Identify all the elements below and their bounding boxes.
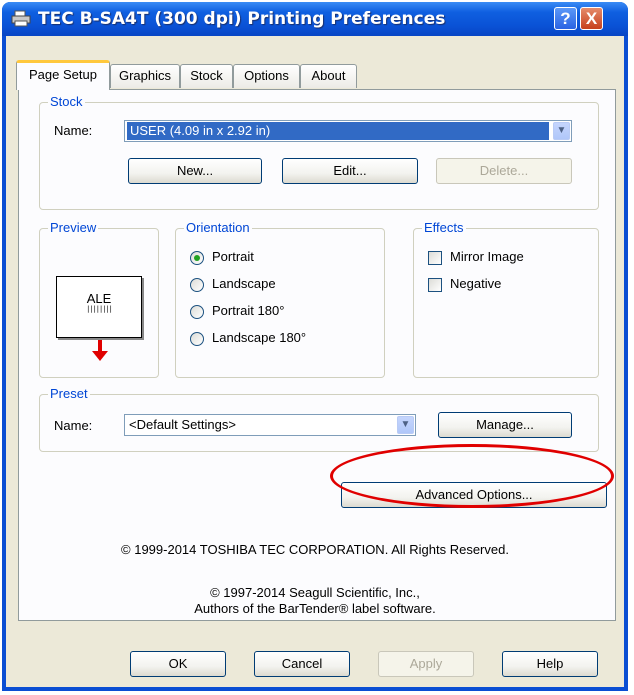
- printing-preferences-window: TEC B-SA4T (300 dpi) Printing Preference…: [2, 2, 628, 691]
- effects-legend: Effects: [422, 220, 466, 236]
- stock-name-dropdown[interactable]: USER (4.09 in x 2.92 in) ▼: [124, 120, 572, 142]
- stock-name-value: USER (4.09 in x 2.92 in): [127, 122, 549, 140]
- landscape-radio[interactable]: [190, 278, 204, 292]
- orientation-legend: Orientation: [184, 220, 252, 236]
- help-title-button[interactable]: ?: [554, 7, 577, 30]
- portrait-180-radio[interactable]: [190, 305, 204, 319]
- edit-stock-button[interactable]: Edit...: [282, 158, 418, 184]
- ok-button[interactable]: OK: [130, 651, 226, 677]
- delete-stock-button[interactable]: Delete...: [436, 158, 572, 184]
- new-stock-button[interactable]: New...: [128, 158, 262, 184]
- stock-legend: Stock: [48, 94, 85, 110]
- negative-label[interactable]: Negative: [450, 276, 501, 291]
- negative-checkbox[interactable]: [428, 278, 442, 292]
- title-bar[interactable]: TEC B-SA4T (300 dpi) Printing Preference…: [2, 2, 628, 36]
- portrait-label[interactable]: Portrait: [212, 249, 254, 264]
- mirror-image-label[interactable]: Mirror Image: [450, 249, 524, 264]
- tab-graphics[interactable]: Graphics: [110, 64, 180, 88]
- toshiba-copyright: © 1999-2014 TOSHIBA TEC CORPORATION. All…: [121, 542, 509, 557]
- preset-name-dropdown[interactable]: <Default Settings> ▼: [124, 414, 416, 436]
- preview-group: Preview ALE ||||||||: [39, 220, 159, 378]
- close-button[interactable]: X: [580, 7, 603, 30]
- seagull-copyright: © 1997-2014 Seagull Scientific, Inc.,: [210, 585, 420, 600]
- stock-name-label: Name:: [54, 123, 93, 138]
- preset-name-value: <Default Settings>: [129, 417, 236, 432]
- window-title: TEC B-SA4T (300 dpi) Printing Preference…: [38, 9, 446, 29]
- stock-group: Stock Name: USER (4.09 in x 2.92 in) ▼ N…: [39, 94, 599, 210]
- tab-about[interactable]: About: [300, 64, 357, 88]
- preview-barcode: ||||||||: [86, 305, 113, 313]
- chevron-down-icon[interactable]: ▼: [397, 416, 414, 434]
- bartender-authors: Authors of the BarTender® label software…: [194, 601, 436, 616]
- portrait-180-label[interactable]: Portrait 180°: [212, 303, 284, 318]
- mirror-image-checkbox[interactable]: [428, 251, 442, 265]
- portrait-radio[interactable]: [190, 251, 204, 265]
- dialog-client: Page Setup Graphics Stock Options About …: [6, 36, 624, 687]
- orientation-group: Orientation Portrait Landscape Portrait …: [175, 220, 385, 378]
- landscape-180-label[interactable]: Landscape 180°: [212, 330, 306, 345]
- cancel-button[interactable]: Cancel: [254, 651, 350, 677]
- preview-sample-text: ALE: [86, 291, 112, 306]
- apply-button[interactable]: Apply: [378, 651, 474, 677]
- manage-preset-button[interactable]: Manage...: [438, 412, 572, 438]
- chevron-down-icon[interactable]: ▼: [553, 122, 570, 140]
- landscape-180-radio[interactable]: [190, 332, 204, 346]
- tab-stock[interactable]: Stock: [180, 64, 233, 88]
- tab-options[interactable]: Options: [233, 64, 300, 88]
- help-button[interactable]: Help: [502, 651, 598, 677]
- highlight-annotation-oval: [330, 444, 614, 508]
- effects-group: Effects Mirror Image Negative: [413, 220, 599, 378]
- arrow-down-icon: [92, 340, 108, 361]
- label-preview: ALE ||||||||: [56, 276, 142, 338]
- preset-name-label: Name:: [54, 418, 93, 433]
- landscape-label[interactable]: Landscape: [212, 276, 276, 291]
- printer-icon: [11, 10, 31, 27]
- preset-legend: Preset: [48, 386, 90, 402]
- tab-page-setup[interactable]: Page Setup: [16, 60, 110, 90]
- preset-group: Preset Name: <Default Settings> ▼ Manage…: [39, 386, 599, 452]
- preview-legend: Preview: [48, 220, 99, 236]
